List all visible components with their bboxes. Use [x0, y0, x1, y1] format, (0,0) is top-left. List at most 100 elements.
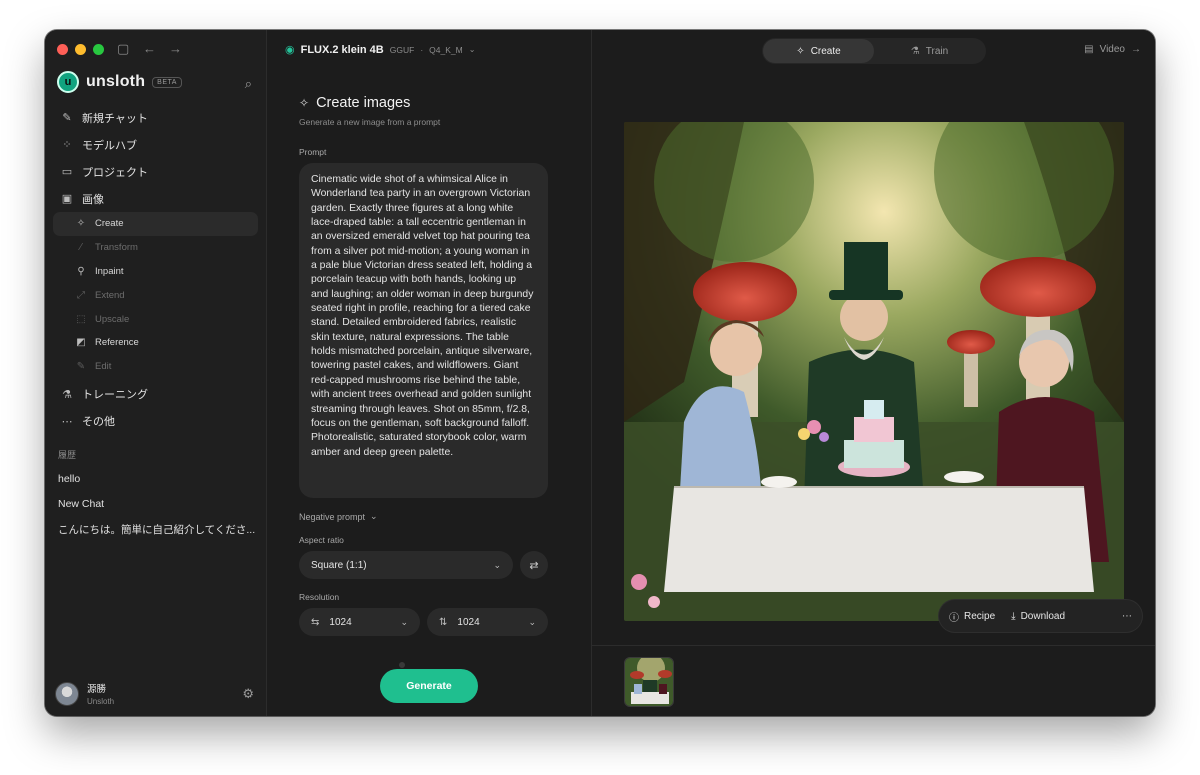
image-icon: ▣	[61, 193, 73, 205]
sidebar-subitem-label: Reference	[95, 337, 139, 349]
brand-name: unsloth	[86, 73, 146, 90]
sparkle-icon: ✧	[76, 218, 86, 230]
recipe-label: Recipe	[964, 610, 996, 622]
sidebar-subitem-create[interactable]: ✧ Create	[53, 212, 258, 236]
tab-label: Create	[810, 45, 841, 57]
prompt-textarea[interactable]: Cinematic wide shot of a whimsical Alice…	[299, 163, 548, 498]
model-selector[interactable]: ◉ FLUX.2 klein 4B GGUF · Q4_K_M ⌄	[285, 43, 476, 57]
brush-icon: ⚲	[77, 265, 85, 277]
maximize-window-button[interactable]	[93, 44, 104, 55]
user-org: Unsloth	[87, 697, 115, 706]
brand: u unsloth BETA	[57, 71, 182, 93]
model-format: GGUF	[389, 44, 415, 55]
sidebar-item-label: 新規チャット	[82, 112, 148, 125]
create-panel: ◉ FLUX.2 klein 4B GGUF · Q4_K_M ⌄ ✧ Crea…	[267, 30, 592, 716]
sidebar-item-label: プロジェクト	[82, 166, 148, 179]
user-info: 源勝 Unsloth	[87, 681, 234, 706]
info-icon: ⓘ	[949, 612, 959, 624]
thumbnail-illustration	[625, 658, 673, 706]
tab-create[interactable]: ✧ Create	[763, 39, 874, 63]
prompt-label: Prompt	[299, 147, 327, 157]
forward-icon[interactable]: →	[169, 41, 182, 57]
history-section: 履歴 hello New Chat こんにちは。簡単に自己紹介してくださ...	[58, 448, 256, 547]
user-name: 源勝	[87, 684, 107, 695]
history-item[interactable]: New Chat	[58, 498, 256, 523]
more-icon: ⋯	[61, 415, 73, 428]
chevron-down-icon: ⌄	[468, 45, 476, 54]
download-button[interactable]: ⤓ Download	[1011, 611, 1065, 622]
sidebar-item-label: 画像	[82, 193, 104, 206]
chevron-down-icon: ⌄	[493, 559, 501, 570]
folder-icon: ▭	[61, 166, 73, 178]
sidebar-subitem-label: Transform	[95, 242, 138, 254]
negative-prompt-toggle[interactable]: Negative prompt ⌄	[299, 511, 378, 522]
arrow-right-icon: →	[1131, 44, 1141, 55]
history-item[interactable]: こんにちは。簡単に自己紹介してくださ...	[58, 522, 256, 547]
model-name: FLUX.2 klein 4B	[300, 43, 384, 56]
panel-title: ✧ Create images	[299, 95, 440, 111]
video-link[interactable]: ▤ Video →	[1084, 44, 1141, 55]
mode-tabs: ✧ Create ⚗ Train	[762, 38, 986, 64]
sidebar-subitem-upscale[interactable]: ⬚ Upscale	[53, 307, 258, 331]
recipe-button[interactable]: ⓘ Recipe	[949, 609, 995, 624]
search-icon[interactable]: ⌕	[245, 76, 252, 92]
flask-icon: ⚗	[910, 45, 920, 57]
expand-icon: ⤢	[77, 289, 85, 301]
history-item[interactable]: hello	[58, 473, 256, 498]
flask-icon: ⚗	[62, 388, 72, 401]
preview-panel: ✧ Create ⚗ Train ▤ Video → ⓘ Recipe ⤓ Do…	[592, 30, 1155, 716]
sidebar-item-model-hub[interactable]: ⁘ モデルハブ	[53, 131, 258, 158]
generated-image[interactable]	[624, 122, 1124, 621]
close-window-button[interactable]	[57, 44, 68, 55]
sidebar-subitem-label: Edit	[95, 361, 112, 373]
width-arrows-icon: ⇆	[311, 616, 320, 628]
sidebar-item-projects[interactable]: ▭ プロジェクト	[53, 158, 258, 185]
sidebar-subitem-reference[interactable]: ◩ Reference	[53, 331, 258, 355]
image-toolbar: ⓘ Recipe ⤓ Download ⋯	[939, 600, 1142, 632]
sidebar-item-label: モデルハブ	[82, 139, 137, 152]
user-profile[interactable]: 源勝 Unsloth ⚙	[55, 681, 254, 706]
sidebar-item-images[interactable]: ▣ 画像	[53, 185, 258, 212]
video-label: Video	[1099, 44, 1125, 55]
wand-icon: ⁄	[80, 242, 82, 254]
chevron-down-icon: ⌄	[528, 616, 536, 627]
video-icon: ▤	[1084, 44, 1094, 55]
grid-icon: ⁘	[62, 139, 72, 151]
slider-partial[interactable]	[299, 662, 548, 668]
gear-icon[interactable]: ⚙	[242, 686, 254, 702]
more-options-icon[interactable]: ⋯	[1122, 611, 1132, 622]
generate-button[interactable]: Generate	[380, 669, 478, 703]
sidebar-subitem-inpaint[interactable]: ⚲ Inpaint	[53, 260, 258, 284]
aspect-ratio-select[interactable]: Square (1:1) ⌄	[299, 551, 513, 579]
avatar	[55, 681, 79, 706]
history-title: 履歴	[58, 450, 77, 460]
swap-aspect-button[interactable]: ⇄	[520, 551, 548, 579]
sidebar-item-new-chat[interactable]: ✎ 新規チャット	[53, 104, 258, 131]
slider-thumb[interactable]	[399, 662, 405, 668]
sidebar-subitem-extend[interactable]: ⤢ Extend	[53, 283, 258, 307]
sidebar-subitem-edit[interactable]: ✎ Edit	[53, 355, 258, 379]
sidebar-subitem-label: Inpaint	[95, 265, 124, 277]
back-icon[interactable]: ←	[143, 41, 156, 57]
sidebar-toggle-icon[interactable]: ▢	[117, 41, 129, 57]
tab-train[interactable]: ⚗ Train	[874, 39, 985, 63]
tab-label: Train	[925, 45, 949, 57]
beta-badge: BETA	[152, 76, 182, 88]
download-label: Download	[1020, 610, 1066, 622]
sidebar-item-training[interactable]: ⚗ トレーニング	[53, 381, 258, 408]
sidebar-subitem-label: Create	[95, 218, 124, 230]
aspect-ratio-label: Aspect ratio	[299, 535, 344, 545]
window-nav: ▢ ← →	[117, 41, 182, 57]
chevron-down-icon: ⌄	[370, 511, 378, 521]
minimize-window-button[interactable]	[75, 44, 86, 55]
height-select[interactable]: ⇅ 1024 ⌄	[427, 608, 548, 636]
width-select[interactable]: ⇆ 1024 ⌄	[299, 608, 420, 636]
app-window: ▢ ← → u unsloth BETA ⌕ ✎ 新規チャット ⁘ モデルハブ …	[45, 30, 1155, 716]
height-arrows-icon: ⇅	[439, 616, 448, 628]
sidebar-subitem-transform[interactable]: ⁄ Transform	[53, 236, 258, 260]
aspect-ratio-value: Square (1:1)	[311, 559, 367, 571]
sidebar-item-more[interactable]: ⋯ その他	[53, 408, 258, 435]
upscale-icon: ⬚	[76, 313, 86, 325]
page-title: Create images	[316, 95, 411, 111]
image-thumbnail[interactable]	[624, 657, 674, 707]
